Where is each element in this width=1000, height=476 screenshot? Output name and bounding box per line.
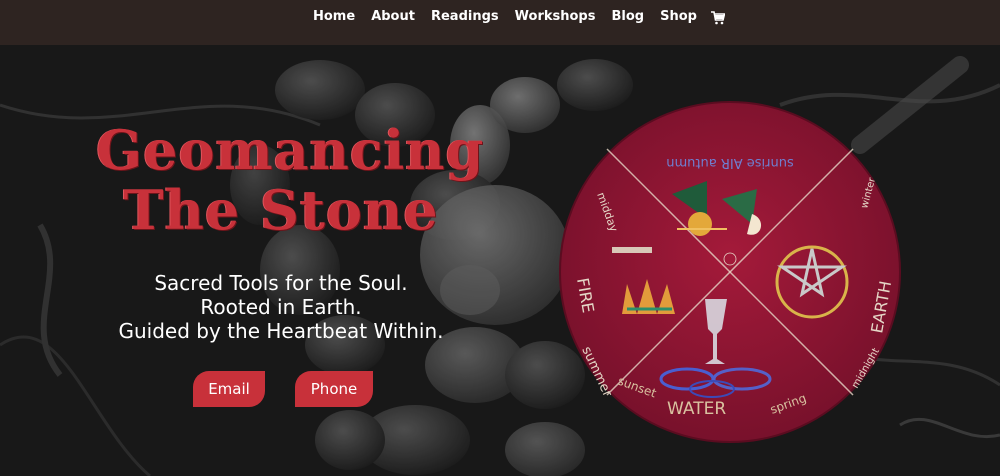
email-button[interactable]: Email [193,371,265,407]
nav-shop[interactable]: Shop [660,8,697,26]
nav-home[interactable]: Home [313,8,355,26]
cloth-label-water: WATER [667,399,726,419]
tagline: Sacred Tools for the Soul. Rooted in Ear… [78,271,484,343]
nav-readings[interactable]: Readings [431,8,499,26]
elements-altar-cloth-image: sunrise AIR autumn FIRE midday summer EA… [559,101,901,443]
tagline-line-1: Sacred Tools for the Soul. [154,271,408,295]
title-line-1: Geomancing [96,118,485,182]
shopping-cart-icon[interactable] [710,10,726,25]
nav-about[interactable]: About [371,8,415,26]
hero-section: Geomancing The Stone Sacred Tools for th… [0,45,1000,476]
phone-button[interactable]: Phone [295,371,373,407]
tagline-line-2: Rooted in Earth. [200,295,362,319]
nav-blog[interactable]: Blog [611,8,644,26]
nav-workshops[interactable]: Workshops [515,8,596,26]
top-navigation-bar: Home About Readings Workshops Blog Shop [0,0,1000,45]
title-line-2: The Stone [123,178,439,242]
cloth-label-air: sunrise AIR autumn [666,155,793,170]
main-nav: Home About Readings Workshops Blog Shop [313,8,726,26]
tagline-line-3: Guided by the Heartbeat Within. [118,319,444,343]
site-title: Geomancing The Stone [96,118,485,242]
